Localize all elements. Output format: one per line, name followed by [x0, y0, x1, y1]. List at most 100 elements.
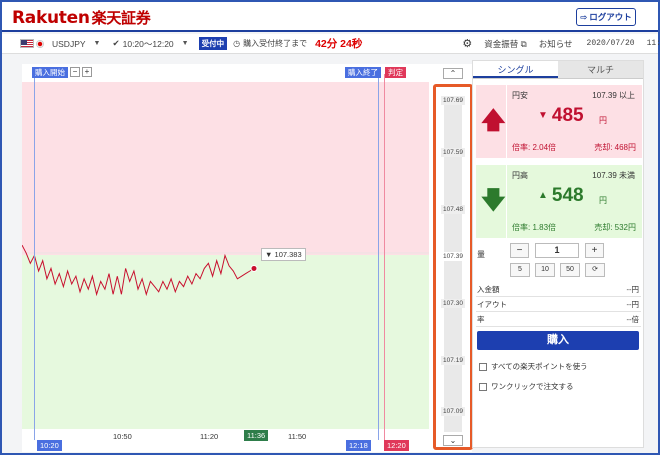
buy-start-line — [34, 74, 35, 440]
card-strike: 107.39 未満 — [592, 171, 635, 180]
symbol-select[interactable]: USDJPY — [52, 39, 86, 49]
gear-icon[interactable]: ⚙ — [462, 37, 472, 50]
funds-link[interactable]: 資金振替 ⧉ — [484, 38, 526, 50]
jp-flag-icon — [36, 39, 44, 48]
card-rate: 倍率: 1.83倍 — [512, 223, 557, 232]
chart-line-svg — [22, 244, 429, 297]
chevron-down-icon[interactable]: ▼ — [182, 40, 189, 47]
buy-start-tag: 購入開始 — [32, 67, 68, 78]
news-link[interactable]: お知らせ — [539, 38, 573, 50]
external-link-icon: ⧉ — [520, 38, 527, 49]
start-time-tag: 10:20 — [37, 440, 62, 451]
price-series-line — [22, 244, 255, 297]
check-icon: ✔ — [112, 38, 120, 48]
price-label: 107.30 — [441, 299, 465, 308]
price-label: 107.69 — [441, 96, 465, 105]
arrow-down-icon: ▼ — [265, 250, 273, 259]
status-badge: 受付中 — [198, 37, 228, 50]
arrow-up-icon: 🡅 — [481, 107, 506, 134]
countdown: 42分 24秒 — [315, 38, 363, 50]
card-sell: 売却: 468円 — [594, 143, 636, 152]
card-price: ▲ 548 — [538, 185, 584, 207]
funds-link-label: 資金振替 — [484, 38, 519, 49]
scroll-up-button[interactable]: ⌃ — [443, 68, 463, 79]
yen-strong-card[interactable]: 🡇 円高 107.39 未満 ▲ 548 円 倍率: 1.83倍 売却: 532円 — [476, 165, 642, 238]
buy-end-line — [378, 74, 379, 440]
logout-button[interactable]: ⇨ ログアウト — [576, 8, 636, 26]
logout-label: ログアウト — [589, 12, 632, 22]
info-row: 入金額 --円 — [476, 283, 641, 297]
clock-icon: ◷ — [233, 39, 241, 48]
time-display: 11:35:36 — [646, 39, 660, 48]
buy-button[interactable]: 購入 — [477, 331, 639, 350]
order-panel: シングル マルチ 🡅 円安 107.39 以上 ▼ 485 円 倍率: 2.04倍… — [472, 60, 644, 448]
judge-line — [384, 74, 385, 440]
buy-end-tag: 購入終了 — [345, 67, 381, 78]
arrow-down-icon: 🡇 — [481, 187, 506, 214]
tab-multi[interactable]: マルチ — [558, 61, 643, 78]
one-click-option[interactable]: ワンクリックで注文する — [479, 381, 574, 392]
info-value: --円 — [626, 300, 640, 309]
header: Rakuten 楽天証券 ⇨ ログアウト — [2, 2, 658, 32]
quick-qty-button[interactable]: 10 — [535, 263, 555, 277]
logo-text: Rakuten — [12, 8, 90, 28]
zoom-out-button[interactable]: − — [70, 67, 80, 77]
us-flag-icon — [20, 39, 34, 48]
price-label: 107.39 — [441, 252, 465, 261]
card-strike: 107.39 以上 — [592, 91, 635, 100]
card-price: ▼ 485 — [538, 105, 584, 127]
card-divider — [506, 165, 507, 238]
current-price-point — [250, 264, 258, 272]
price-chart[interactable]: 購入開始 − + 購入終了 判定 ▼ 107.383 10:20 10:50 1… — [22, 64, 472, 452]
info-value: --倍 — [626, 315, 640, 324]
refresh-icon: ⟳ — [592, 266, 598, 273]
zoom-in-button[interactable]: + — [82, 67, 92, 77]
card-name: 円高 — [512, 171, 528, 180]
date-display: 2020/07/20 — [586, 39, 635, 48]
info-row: 率 --倍 — [476, 313, 641, 327]
logo: Rakuten 楽天証券 — [12, 7, 151, 28]
option-label: すべての楽天ポイントを使う — [491, 362, 588, 371]
time-range-select[interactable]: 10:20〜12:20 — [123, 38, 174, 50]
judge-time-tag: 12:20 — [384, 440, 409, 451]
logo-sub: 楽天証券 — [91, 9, 151, 27]
x-tick: 11:20 — [200, 432, 219, 441]
scroll-down-button[interactable]: ⌄ — [443, 435, 463, 446]
end-time-tag: 12:18 — [346, 440, 371, 451]
triangle-up-icon: ▲ — [538, 190, 548, 202]
tab-single[interactable]: シングル — [473, 61, 558, 78]
info-label: イアウト — [477, 300, 507, 309]
status-text: 購入受付終了まで — [243, 39, 308, 48]
yen-weak-card[interactable]: 🡅 円安 107.39 以上 ▼ 485 円 倍率: 2.04倍 売却: 468円 — [476, 85, 642, 158]
price-label: 107.19 — [441, 356, 465, 365]
now-time-tag: 11:36 — [244, 430, 269, 441]
reset-button[interactable]: ⟳ — [585, 263, 605, 277]
triangle-down-icon: ▼ — [538, 110, 548, 122]
card-rate: 倍率: 2.04倍 — [512, 143, 557, 152]
current-price-label: 107.383 — [274, 250, 302, 259]
info-row: イアウト --円 — [476, 298, 641, 312]
judge-tag: 判定 — [385, 67, 406, 78]
quantity-input[interactable]: 1 — [535, 243, 579, 258]
x-tick: 11:50 — [288, 432, 307, 441]
quantity-decrement-button[interactable]: − — [510, 243, 529, 258]
toolbar: USDJPY ▼ ✔ 10:20〜12:20 ▼ 受付中 ◷ 購入受付終了まで … — [2, 34, 660, 54]
app-frame: Rakuten 楽天証券 ⇨ ログアウト USDJPY ▼ ✔ 10:20〜12:… — [0, 0, 660, 455]
quick-qty-button[interactable]: 5 — [510, 263, 530, 277]
checkbox[interactable] — [479, 382, 487, 391]
quick-qty-button[interactable]: 50 — [560, 263, 580, 277]
order-tabs: シングル マルチ — [473, 61, 643, 79]
x-tick: 10:50 — [113, 432, 132, 441]
price-label: 107.09 — [441, 407, 465, 416]
card-price-value: 485 — [551, 105, 584, 126]
use-points-option[interactable]: すべての楽天ポイントを使う — [479, 361, 588, 372]
info-label: 率 — [477, 315, 485, 324]
info-value: --円 — [626, 285, 640, 294]
logout-icon: ⇨ — [580, 11, 588, 22]
quantity-label: 量 — [477, 250, 485, 259]
card-sell: 売却: 532円 — [594, 223, 636, 232]
chevron-down-icon[interactable]: ▼ — [94, 40, 101, 47]
price-label: 107.59 — [441, 148, 465, 157]
checkbox[interactable] — [479, 362, 487, 371]
quantity-increment-button[interactable]: + — [585, 243, 604, 258]
